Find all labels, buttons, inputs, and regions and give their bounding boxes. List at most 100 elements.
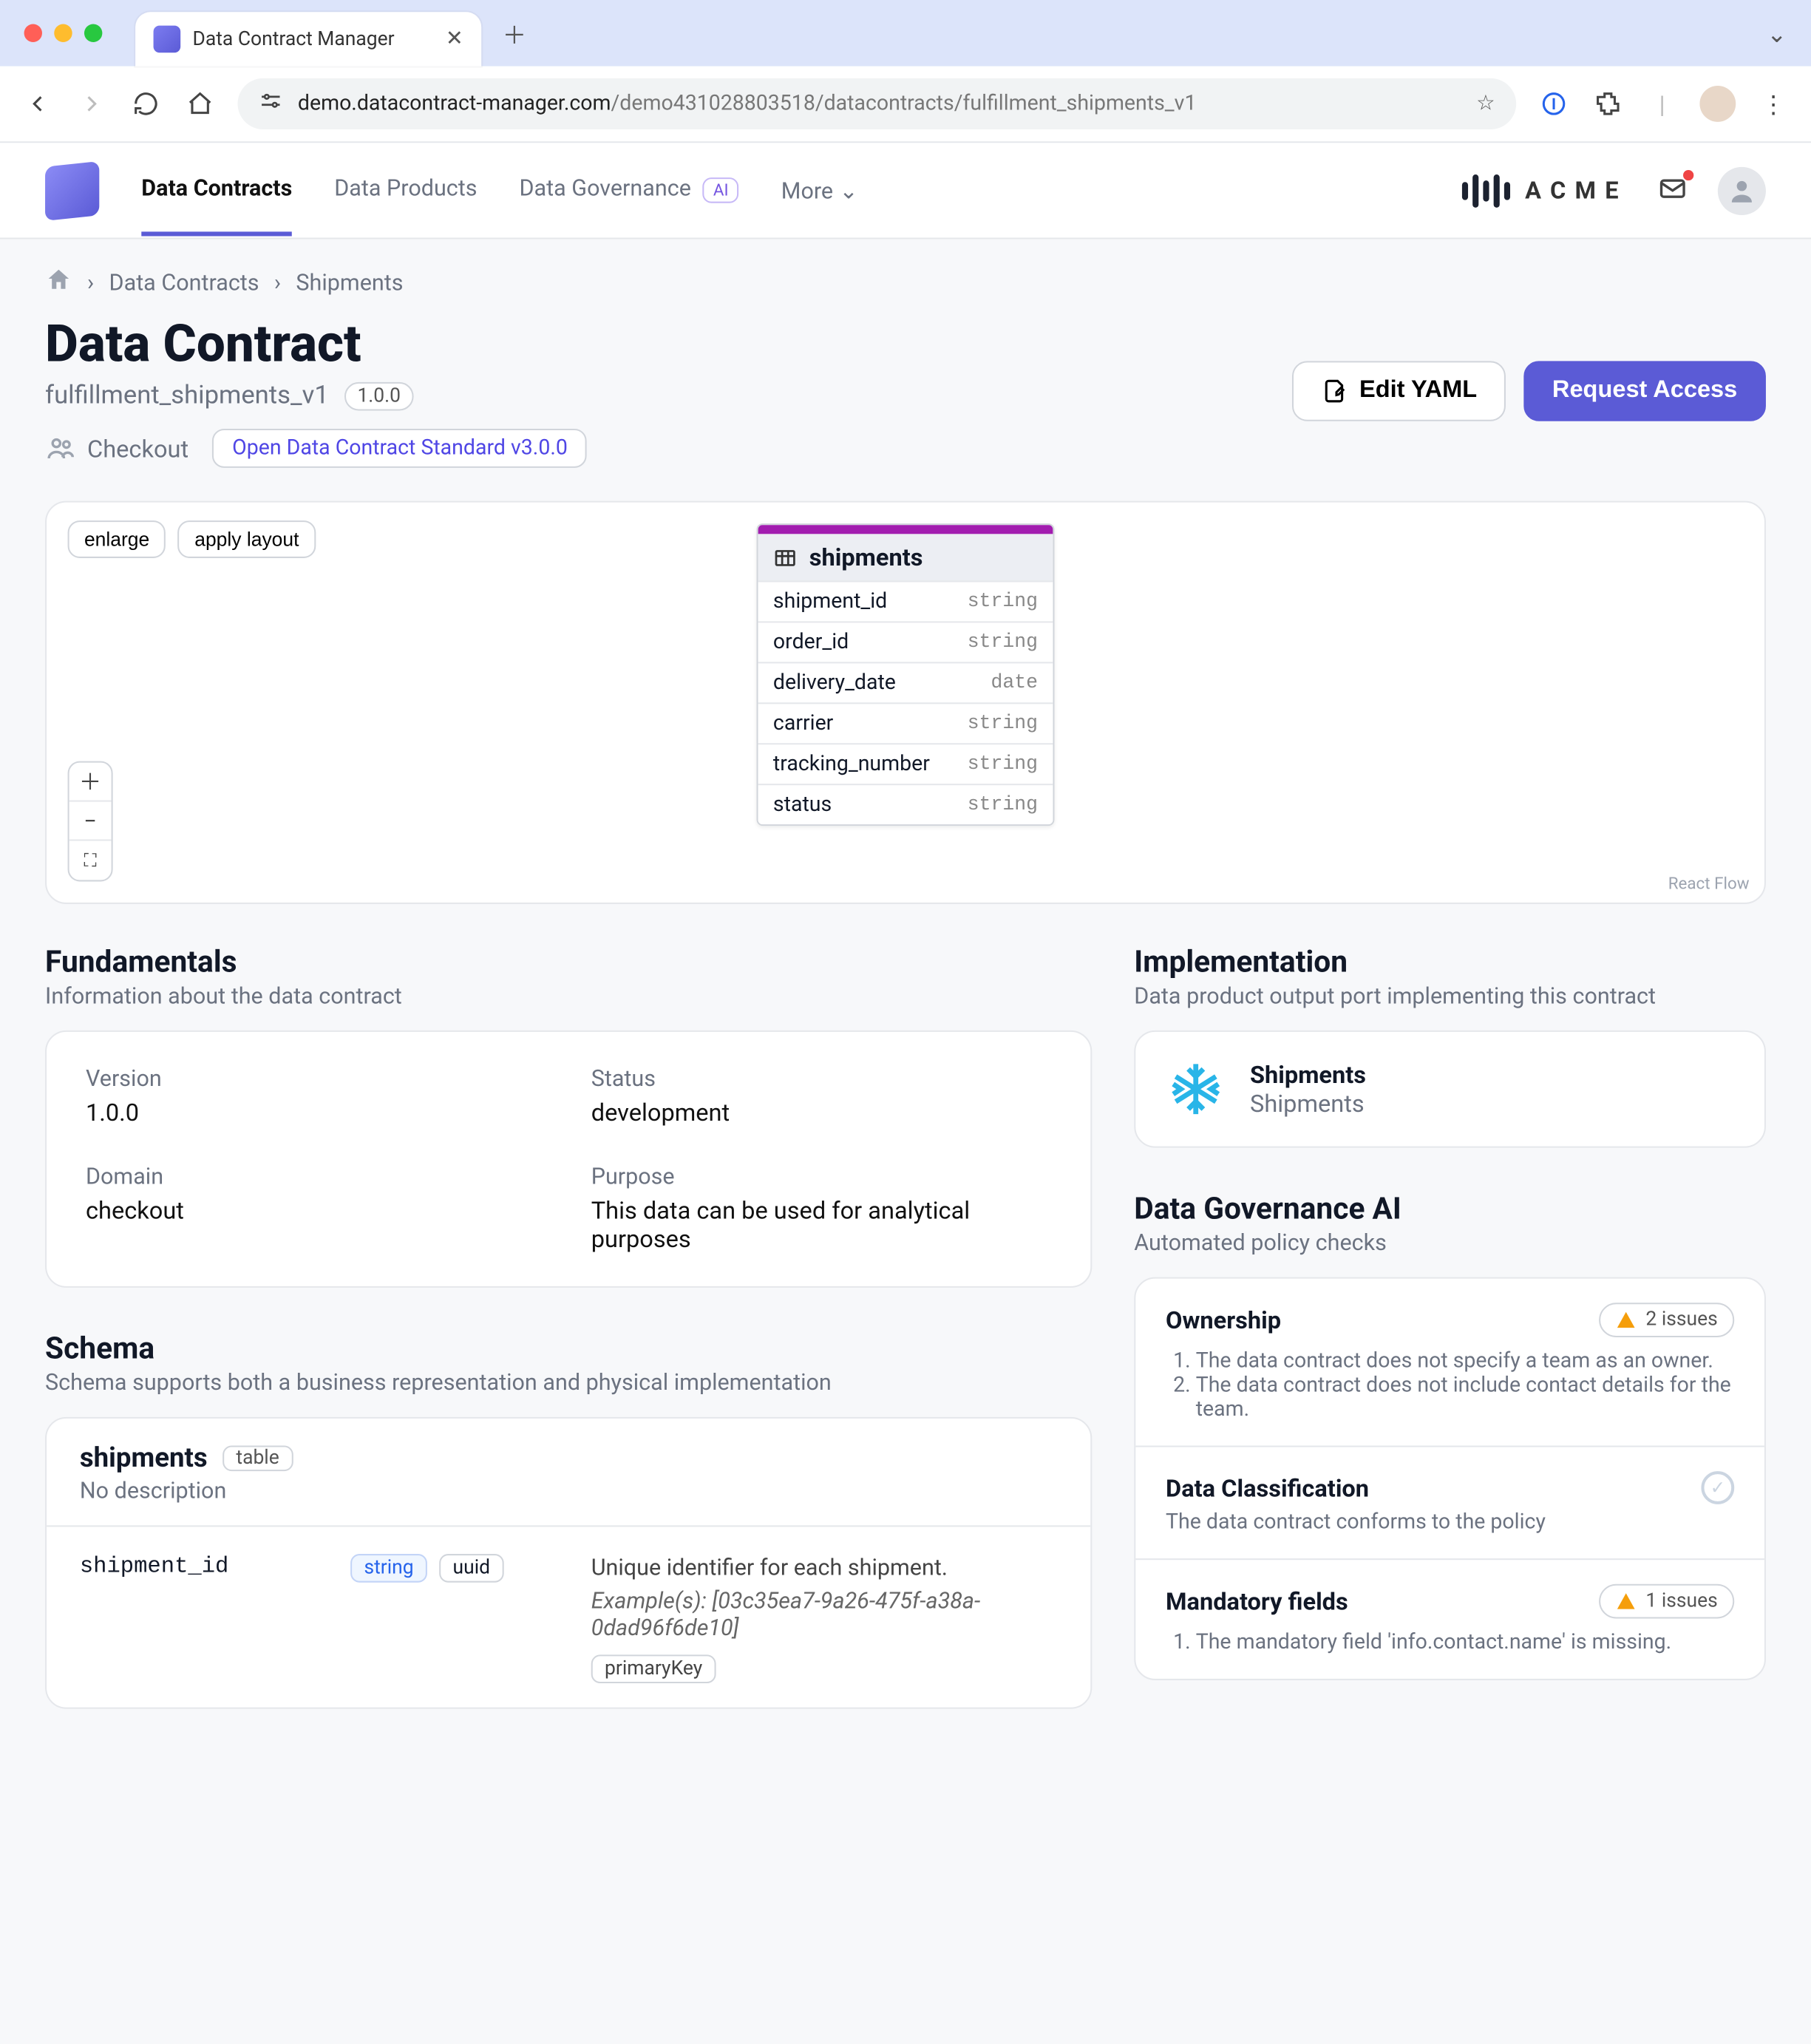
entity-field-row: shipment_id string (758, 580, 1053, 621)
entity-field-row: tracking_numberstring (758, 743, 1053, 784)
request-access-button[interactable]: Request Access (1523, 361, 1766, 421)
browser-chrome: Data Contract Manager ✕ ＋ ⌄ demo.datacon… (0, 0, 1811, 143)
entity-field-row: order_idstring (758, 621, 1053, 662)
button-label: Edit YAML (1359, 378, 1477, 405)
contract-identifier: fulfillment_shipments_v1 (45, 381, 329, 411)
bookmark-icon[interactable]: ☆ (1476, 92, 1495, 116)
schema-table-name: shipments (80, 1442, 208, 1474)
edit-yaml-button[interactable]: Edit YAML (1291, 361, 1505, 421)
entity-card[interactable]: shipments shipment_idstringorder_idstrin… (757, 523, 1055, 826)
version-pill: 1.0.0 (344, 381, 414, 410)
entity-field-row: carrierstring (758, 702, 1053, 743)
tabs-dropdown-icon[interactable]: ⌄ (1767, 18, 1787, 47)
kebab-menu-icon[interactable]: ⋮ (1757, 87, 1790, 120)
version-label: Version (86, 1065, 546, 1093)
governance-item-title: Data Classification (1166, 1473, 1369, 1502)
document-edit-icon (1320, 378, 1348, 405)
team-name: Checkout (87, 434, 188, 463)
nav-label: Data Governance (520, 174, 691, 202)
page-title: Data Contract (45, 314, 587, 374)
breadcrumb-link[interactable]: Data Contracts (109, 269, 259, 296)
extension-1password-icon[interactable] (1538, 87, 1571, 120)
entity-field-row: statusstring (758, 784, 1053, 824)
team-tag[interactable]: Checkout (45, 433, 188, 464)
entity-name: shipments (809, 543, 923, 572)
fundamentals-title: Fundamentals (45, 943, 1092, 979)
implementation-sub2: Shipments (1250, 1089, 1366, 1118)
inbox-button[interactable] (1654, 172, 1691, 208)
field-name: shipment_id (773, 590, 887, 614)
governance-item[interactable]: Ownership2 issuesThe data contract does … (1135, 1279, 1764, 1446)
forward-button[interactable] (75, 87, 109, 120)
table-icon (773, 546, 798, 570)
field-tag: primaryKey (591, 1654, 716, 1683)
nav-more[interactable]: More ⌄ (781, 177, 858, 204)
diagram-attribution: React Flow (1668, 874, 1750, 893)
schema-table-desc: No description (47, 1477, 1090, 1525)
field-name: status (773, 792, 832, 817)
app-header: Data Contracts Data Products Data Govern… (0, 143, 1811, 239)
extensions-icon[interactable] (1591, 87, 1625, 120)
users-icon (45, 433, 75, 464)
schema-sub: Schema supports both a business represen… (45, 1369, 1092, 1396)
domain-label: Domain (86, 1163, 546, 1190)
field-type: string (968, 590, 1038, 614)
implementation-title: Implementation (1134, 943, 1766, 979)
site-settings-icon[interactable] (259, 89, 283, 119)
example-label: Example(s): (591, 1587, 713, 1615)
field-description: Unique identifier for each shipment. (591, 1554, 1058, 1581)
window-controls[interactable] (24, 24, 103, 42)
implementation-card[interactable]: Shipments Shipments (1134, 1031, 1766, 1148)
fit-view-button[interactable]: ⛶ (69, 841, 112, 880)
schema-card: shipments table No description shipment_… (45, 1417, 1092, 1709)
field-type: date (991, 671, 1039, 696)
standard-tag[interactable]: Open Data Contract Standard v3.0.0 (213, 429, 588, 468)
version-value: 1.0.0 (86, 1098, 546, 1127)
fundamentals-sub: Information about the data contract (45, 982, 1092, 1010)
nav-label: More (781, 177, 833, 204)
home-button[interactable] (183, 87, 217, 120)
field-name: carrier (773, 712, 833, 736)
chevron-right-icon: › (87, 269, 94, 296)
user-menu[interactable] (1718, 166, 1766, 214)
address-bar[interactable]: demo.datacontract-manager.com/demo431028… (238, 78, 1517, 129)
ai-badge: AI (703, 177, 739, 203)
profile-avatar[interactable] (1699, 86, 1736, 122)
minimize-window-icon[interactable] (54, 24, 72, 42)
button-label: Request Access (1552, 378, 1737, 405)
purpose-value: This data can be used for analytical pur… (591, 1196, 1052, 1253)
field-name: delivery_date (773, 671, 896, 696)
reload-button[interactable] (129, 87, 163, 120)
governance-item[interactable]: Data Classification✓The data contract co… (1135, 1446, 1764, 1559)
check-icon: ✓ (1701, 1471, 1734, 1504)
nav-data-governance[interactable]: Data Governance AI (520, 144, 739, 236)
schema-diagram[interactable]: enlarge apply layout ＋ − ⛶ React Flow sh… (45, 501, 1766, 904)
close-tab-icon[interactable]: ✕ (446, 27, 463, 52)
maximize-window-icon[interactable] (84, 24, 102, 42)
divider: | (1645, 87, 1679, 120)
notification-dot-icon (1683, 169, 1693, 180)
new-tab-button[interactable]: ＋ (493, 12, 535, 54)
back-button[interactable] (21, 87, 54, 120)
zoom-in-button[interactable]: ＋ (69, 763, 112, 802)
nav-data-products[interactable]: Data Products (334, 144, 477, 236)
browser-tab[interactable]: Data Contract Manager ✕ (135, 12, 481, 66)
apply-layout-button[interactable]: apply layout (178, 520, 316, 558)
implementation-name: Shipments (1250, 1061, 1366, 1090)
field-type: string (968, 752, 1038, 776)
governance-item-title: Mandatory fields (1166, 1587, 1348, 1616)
field-type: string (968, 631, 1038, 655)
zoom-out-button[interactable]: − (69, 802, 112, 841)
status-label: Status (591, 1065, 1052, 1093)
enlarge-button[interactable]: enlarge (68, 520, 166, 558)
schema-title: Schema (45, 1330, 1092, 1366)
breadcrumb-current[interactable]: Shipments (296, 269, 403, 296)
governance-item[interactable]: Mandatory fields1 issuesThe mandatory fi… (1135, 1558, 1764, 1679)
url-host: demo.datacontract-manager.com (298, 92, 611, 116)
close-window-icon[interactable] (24, 24, 42, 42)
home-icon[interactable] (45, 266, 72, 299)
sound-bars-icon (1462, 174, 1510, 207)
app-logo-icon[interactable] (45, 160, 99, 220)
nav-data-contracts[interactable]: Data Contracts (141, 144, 292, 236)
brand-text: ACME (1525, 176, 1628, 205)
